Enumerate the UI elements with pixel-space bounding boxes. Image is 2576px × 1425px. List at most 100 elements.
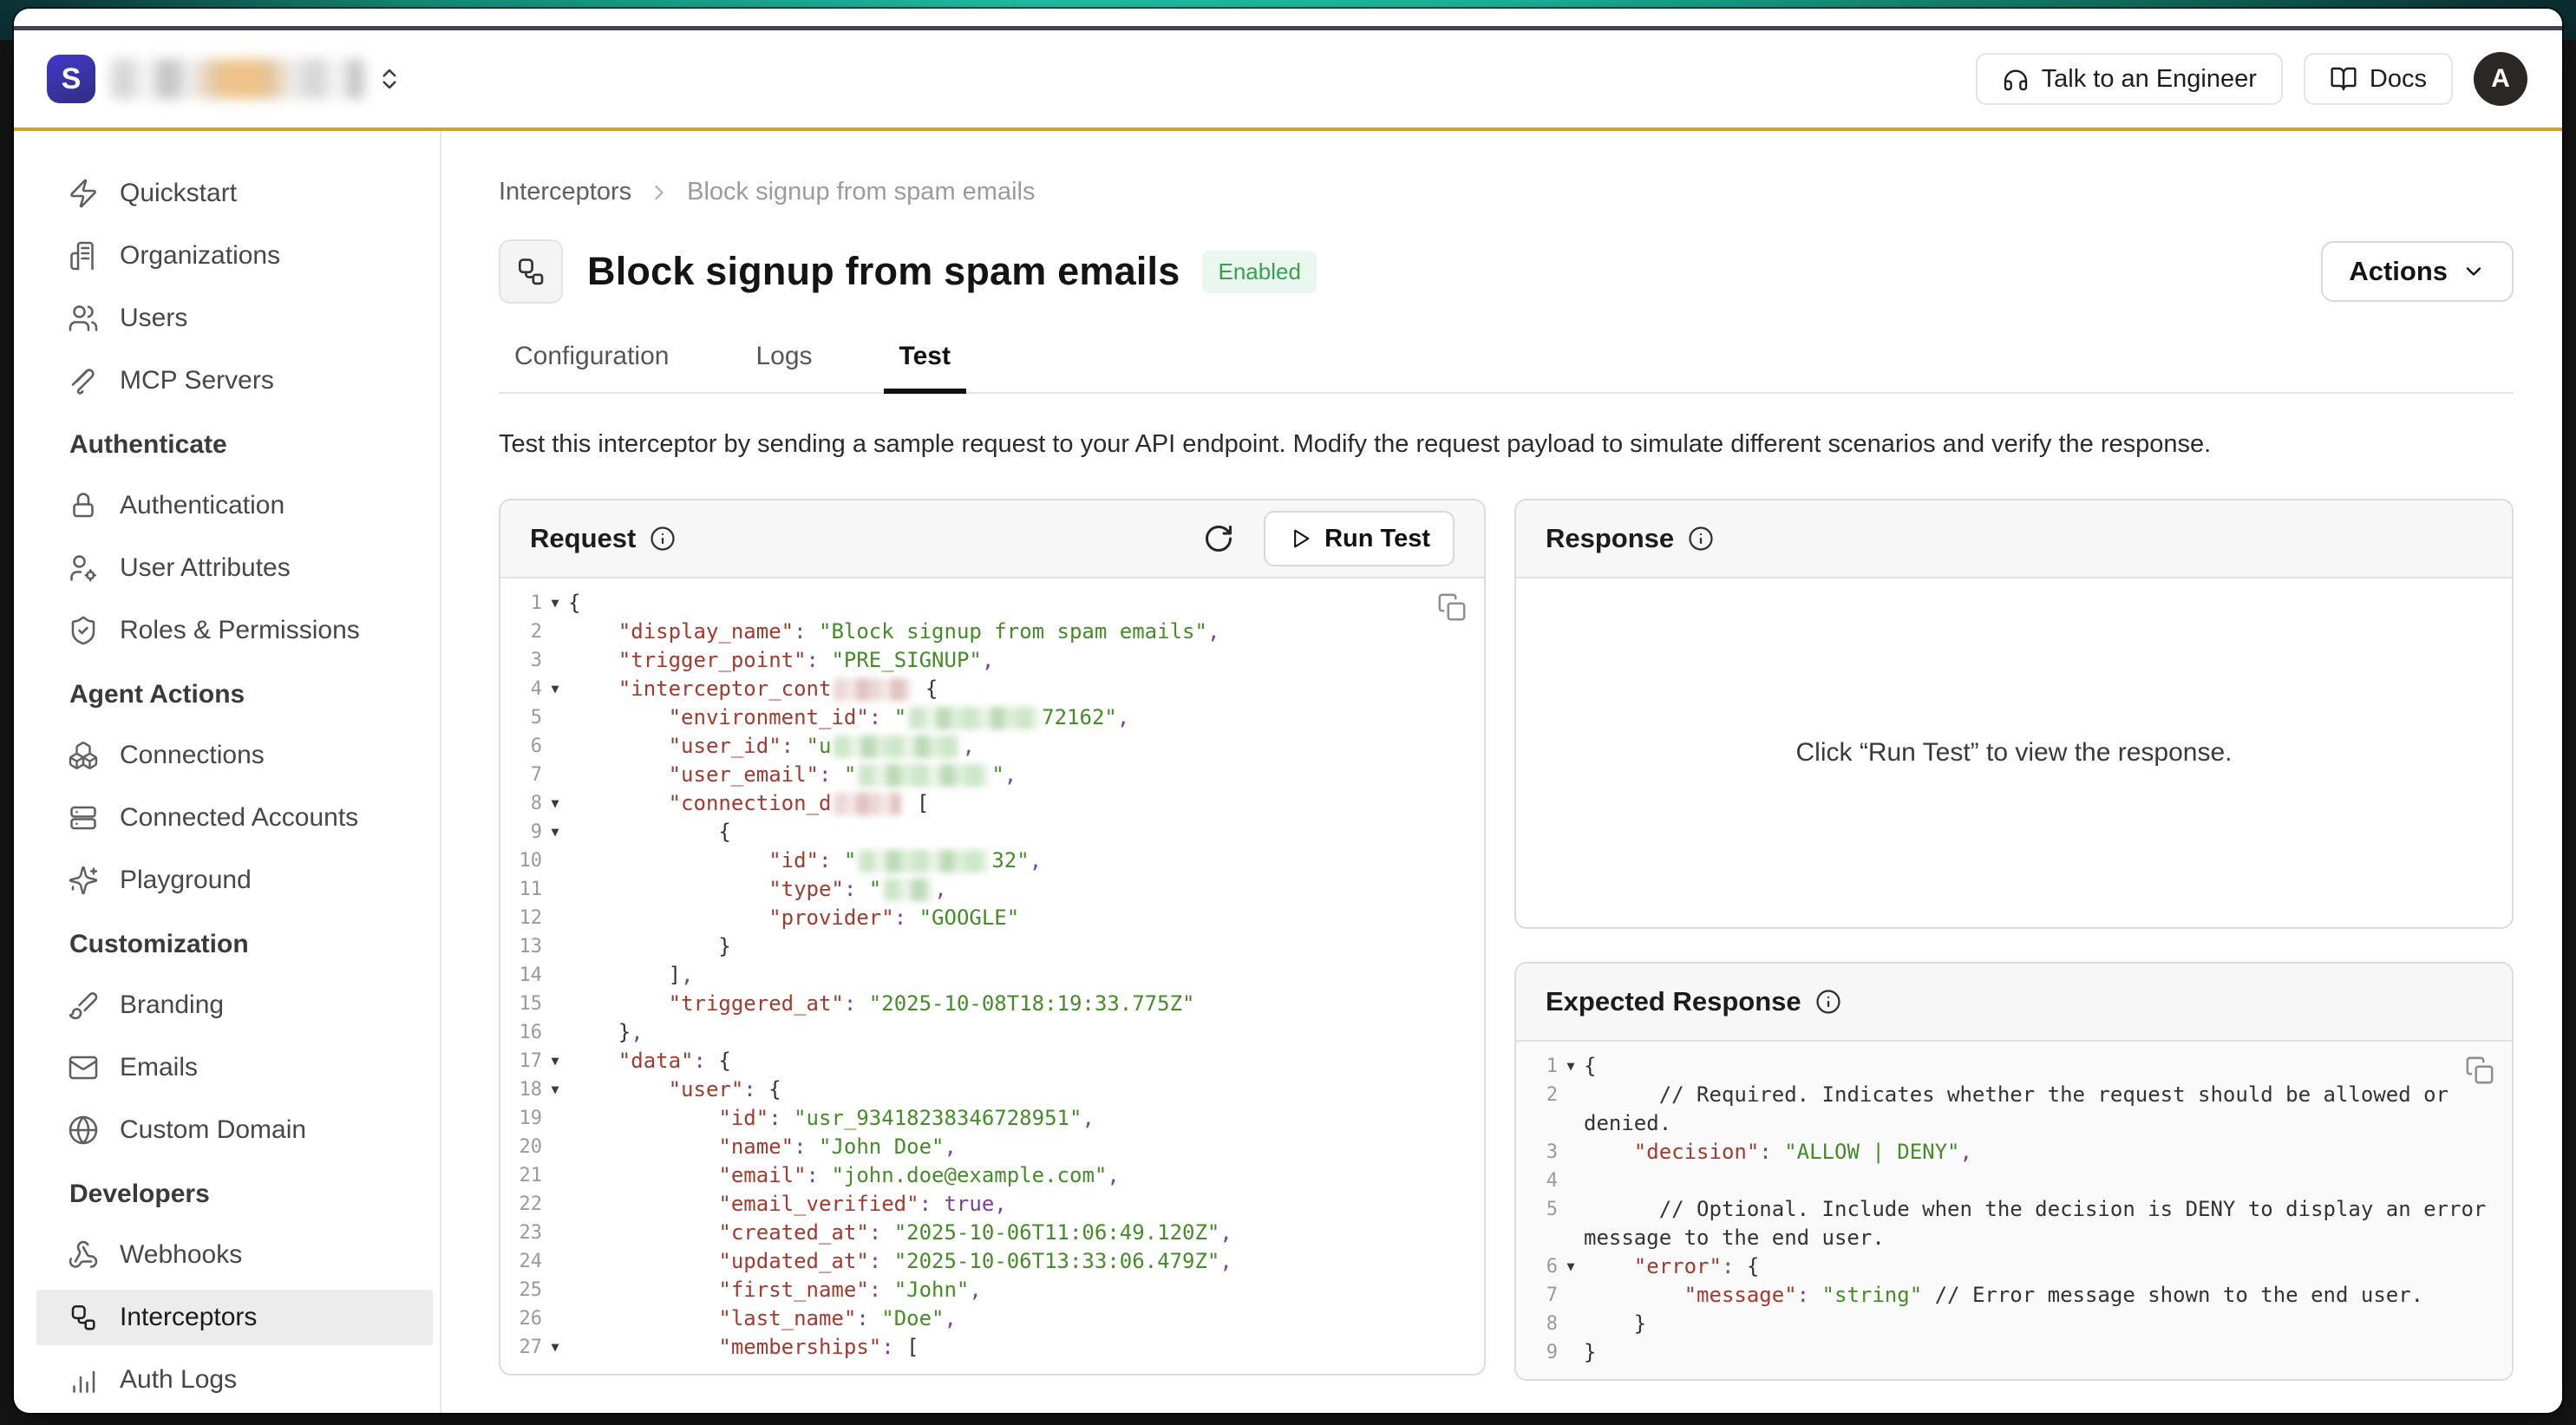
redacted-value (834, 678, 910, 701)
copy-request-button[interactable] (1437, 592, 1467, 622)
sidebar-label: Connections (120, 741, 265, 770)
sidebar-item-emails[interactable]: Emails (36, 1040, 433, 1095)
sidebar-item-branding[interactable]: Branding (36, 977, 433, 1033)
play-icon (1288, 526, 1312, 551)
sidebar-item-authentication[interactable]: Authentication (36, 478, 433, 533)
actions-button[interactable]: Actions (2321, 241, 2514, 302)
sidebar-item-users[interactable]: Users (36, 291, 433, 346)
sidebar-item-auth-logs[interactable]: Auth Logs (36, 1352, 433, 1408)
code-line: 22 "email_verified": true, (500, 1190, 1484, 1219)
code-line: 2 // Required. Indicates whether the req… (1516, 1081, 2512, 1138)
sidebar-label: Emails (120, 1053, 198, 1082)
sidebar-section-authenticate: Authenticate (36, 428, 433, 462)
code-line: 26 "last_name": "Doe", (500, 1304, 1484, 1333)
copy-icon (1437, 592, 1467, 622)
interceptor-icon (68, 1302, 99, 1333)
talk-to-engineer-label: Talk to an Engineer (2042, 65, 2257, 94)
sidebar-item-roles-permissions[interactable]: Roles & Permissions (36, 603, 433, 658)
main-content: Interceptors Block signup from spam emai… (441, 131, 2562, 1413)
breadcrumb: Interceptors Block signup from spam emai… (499, 178, 2514, 206)
avatar-letter: A (2491, 64, 2510, 94)
sidebar-item-playground[interactable]: Playground (36, 853, 433, 908)
reset-request-button[interactable] (1203, 523, 1234, 554)
code-line: 13 } (500, 932, 1484, 961)
talk-to-engineer-button[interactable]: Talk to an Engineer (1976, 53, 2283, 105)
info-icon[interactable] (650, 526, 676, 552)
sidebar-item-connections[interactable]: Connections (36, 728, 433, 783)
sidebar-item-interceptors[interactable]: Interceptors (36, 1290, 433, 1345)
code-line: 3 "trigger_point": "PRE_SIGNUP", (500, 646, 1484, 675)
run-test-button[interactable]: Run Test (1264, 511, 1455, 566)
bar-chart-icon (68, 1364, 99, 1396)
sidebar-item-quickstart[interactable]: Quickstart (36, 166, 433, 221)
sidebar-label: Auth Logs (120, 1365, 237, 1395)
interceptor-icon (514, 255, 547, 288)
webhook-icon (68, 1239, 99, 1271)
redacted-value (834, 735, 959, 758)
sidebar-label: User Attributes (120, 553, 291, 583)
info-icon[interactable] (1688, 526, 1714, 552)
sidebar-item-connected-accounts[interactable]: Connected Accounts (36, 790, 433, 846)
chevrons-up-down-icon (376, 66, 402, 92)
breadcrumb-interceptors[interactable]: Interceptors (499, 178, 631, 206)
info-icon[interactable] (1815, 989, 1841, 1015)
redacted-value (859, 764, 989, 787)
code-line: 15 "triggered_at": "2025-10-08T18:19:33.… (500, 990, 1484, 1018)
tab-test[interactable]: Test (884, 342, 966, 392)
expected-response-header: Expected Response (1516, 964, 2512, 1042)
brand-logo[interactable]: S (47, 55, 95, 103)
redacted-value (859, 850, 989, 873)
actions-label: Actions (2349, 256, 2448, 287)
refresh-icon (1203, 523, 1234, 554)
sidebar-label: Branding (120, 990, 224, 1020)
chevron-right-icon (647, 180, 671, 205)
sidebar-item-organizations[interactable]: Organizations (36, 228, 433, 284)
user-avatar[interactable]: A (2474, 52, 2527, 106)
sidebar-label: Webhooks (120, 1240, 242, 1270)
mcp-icon (68, 365, 99, 396)
request-code-editor[interactable]: 1▼{2 "display_name": "Block signup from … (500, 578, 1484, 1374)
sidebar-section-customization: Customization (36, 927, 433, 962)
code-line: 7 "user_email": "", (500, 761, 1484, 789)
code-line: 6▼ "error": { (1516, 1252, 2512, 1281)
code-line: 18▼ "user": { (500, 1075, 1484, 1104)
tab-logs[interactable]: Logs (740, 342, 827, 392)
sidebar-label: Quickstart (120, 179, 237, 208)
code-line: 5 "environment_id": "72162", (500, 703, 1484, 732)
code-line: 24 "updated_at": "2025-10-06T13:33:06.47… (500, 1247, 1484, 1276)
sidebar-item-mcp-servers[interactable]: MCP Servers (36, 353, 433, 409)
code-line: 27▼ "memberships": [ (500, 1333, 1484, 1362)
sidebar-label: Organizations (120, 241, 280, 271)
code-line: 23 "created_at": "2025-10-06T11:06:49.12… (500, 1219, 1484, 1247)
sparkles-icon (68, 865, 99, 896)
sidebar-label: Playground (120, 866, 252, 895)
code-line: 20 "name": "John Doe", (500, 1133, 1484, 1161)
sidebar-label: Custom Domain (120, 1115, 306, 1145)
tab-configuration[interactable]: Configuration (499, 342, 684, 392)
code-line: 21 "email": "john.doe@example.com", (500, 1161, 1484, 1190)
workspace-name-redacted[interactable] (111, 59, 364, 99)
code-line: 6 "user_id": "u, (500, 732, 1484, 761)
sidebar-label: Users (120, 304, 187, 333)
sidebar-item-user-attributes[interactable]: User Attributes (36, 540, 433, 596)
users-icon (68, 303, 99, 334)
boxes-icon (68, 740, 99, 771)
response-panel: Response Click “Run Test” to view the re… (1514, 499, 2514, 929)
docs-button[interactable]: Docs (2304, 53, 2453, 105)
sidebar: Quickstart Organizations Users MCP Serve… (14, 131, 441, 1413)
code-line: 8▼ "connection_d [ (500, 789, 1484, 818)
copy-expected-button[interactable] (2465, 1056, 2494, 1085)
workspace-switcher[interactable] (376, 66, 402, 92)
expected-response-code: 1▼{2 // Required. Indicates whether the … (1516, 1042, 2512, 1379)
panels: Request (499, 499, 2514, 1381)
sidebar-item-webhooks[interactable]: Webhooks (36, 1227, 433, 1283)
expected-response-panel: Expected Response (1514, 962, 2514, 1381)
sidebar-item-custom-domain[interactable]: Custom Domain (36, 1102, 433, 1158)
lock-icon (68, 490, 99, 521)
request-panel-header: Request (500, 500, 1484, 578)
redacted-value (909, 707, 1039, 729)
response-title: Response (1546, 523, 1674, 554)
copy-icon (2465, 1056, 2494, 1085)
brand-logo-letter: S (62, 62, 82, 96)
interceptor-title-icon-box (499, 239, 563, 304)
